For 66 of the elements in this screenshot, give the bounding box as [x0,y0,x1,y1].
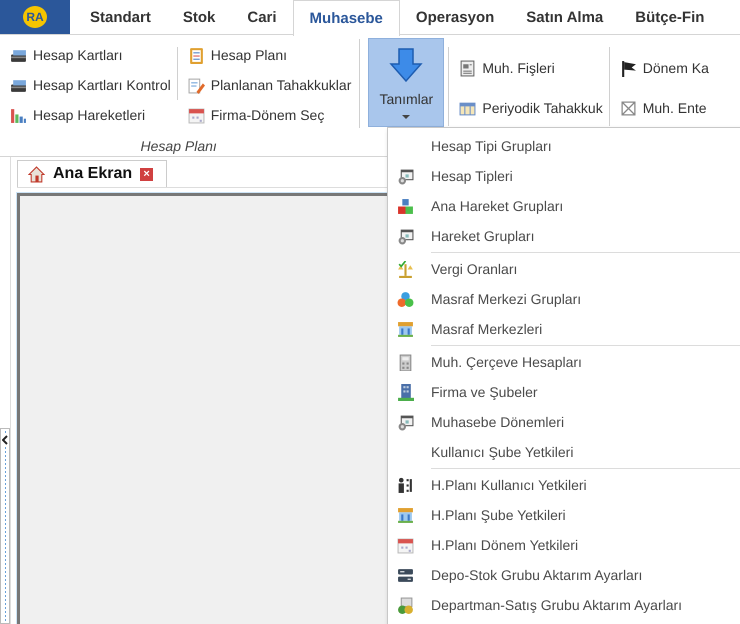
menu-item[interactable]: Depo-Stok Grubu Aktarım Ayarları [388,560,740,590]
menu-item[interactable]: Hesap Tipleri [388,161,740,191]
ribbon-item[interactable]: Muh. Fişleri [459,48,603,88]
ribbon-tab[interactable]: Stok [166,0,232,35]
tab-title: Ana Ekran [53,165,132,183]
ribbon-tab[interactable]: Operasyon [400,0,510,35]
ribbon-item[interactable]: Dönem Ka [620,48,709,88]
calendar-icon [188,106,205,124]
document-tab[interactable]: Ana Ekran × [17,160,167,187]
network-icon [620,100,637,116]
ribbon-item[interactable]: Planlanan Tahakkuklar [188,70,352,100]
menu-item[interactable]: Masraf Merkezi Grupları [388,284,740,314]
money-icon [397,596,414,614]
banknote-icon [397,228,414,244]
banknote-icon [397,168,414,184]
collapse-handle[interactable] [0,428,10,624]
server-icon [397,566,414,584]
caret-icon [402,115,410,119]
clipboard-icon [188,46,205,64]
menu-item[interactable]: H.Planı Şube Yetkileri [388,500,740,530]
menu-item[interactable]: Ana Hareket Grupları [388,191,740,221]
close-button[interactable]: × [140,168,154,180]
arrow-down-icon [388,47,424,83]
storefront-icon [397,320,414,338]
menu-item[interactable]: Hareket Grupları [388,221,740,251]
calculator-icon [397,354,414,370]
ribbon-tab[interactable]: Standart [74,0,167,35]
document-icon [459,60,476,76]
menu-item[interactable]: Firma ve Şubeler [388,377,740,407]
ribbon-item[interactable]: Muh. Ente [620,88,709,128]
definitions-button[interactable]: Tanımlar [368,38,444,127]
menu-item[interactable]: Departman-Satış Grubu Aktarım Ayarları [388,590,740,620]
menu-item[interactable]: Muhasebe Dönemleri [388,407,740,437]
scale-icon [397,260,414,278]
group-label: Hesap Planı [140,138,217,154]
ribbon-item[interactable]: Firma-Dönem Seç [188,100,352,130]
ribbon-tab[interactable]: Satın Alma [510,0,620,35]
table-icon [459,100,476,116]
people-icon [397,476,414,494]
ribbon-item[interactable]: Hesap Hareketleri [10,100,171,130]
menu-item[interactable]: Vergi Oranları [388,254,740,284]
menu-item[interactable]: Masraf Merkezleri [388,314,740,344]
menu-item[interactable]: Hesap Tipi Grupları [388,131,740,161]
menu-item[interactable]: Muh. Çerçeve Hesapları [388,347,740,377]
app-logo-area[interactable]: RA [0,0,70,34]
calendar-icon [397,536,414,554]
building-icon [397,384,414,400]
ribbon-tab[interactable]: Muhasebe [292,0,400,36]
app-logo: RA [23,6,47,28]
ribbon-tab[interactable]: Cari [231,0,293,35]
menu-item[interactable]: Kullanıcı Şube Yetkileri [388,437,740,467]
ribbon-item[interactable]: Hesap Kartları [10,40,171,70]
menu-item[interactable]: H.Planı Dönem Yetkileri [388,530,740,560]
ribbon-item[interactable]: Hesap Planı [188,40,352,70]
ribbon-item[interactable]: Hesap Kartları Kontrol [10,70,171,100]
bar-chart-icon [10,106,27,124]
storefront-icon [397,506,414,524]
ribbon-tab[interactable]: Bütçe-Fin [619,0,720,35]
spheres-icon [397,290,414,308]
chevron-left-icon [2,435,8,445]
flag-icon [620,60,637,76]
home-icon [28,166,45,182]
banknote-icon [397,414,414,430]
pencil-icon [188,76,205,94]
cubes-icon [397,198,414,214]
menu-item[interactable]: H.Planı Kullanıcı Yetkileri [388,470,740,500]
